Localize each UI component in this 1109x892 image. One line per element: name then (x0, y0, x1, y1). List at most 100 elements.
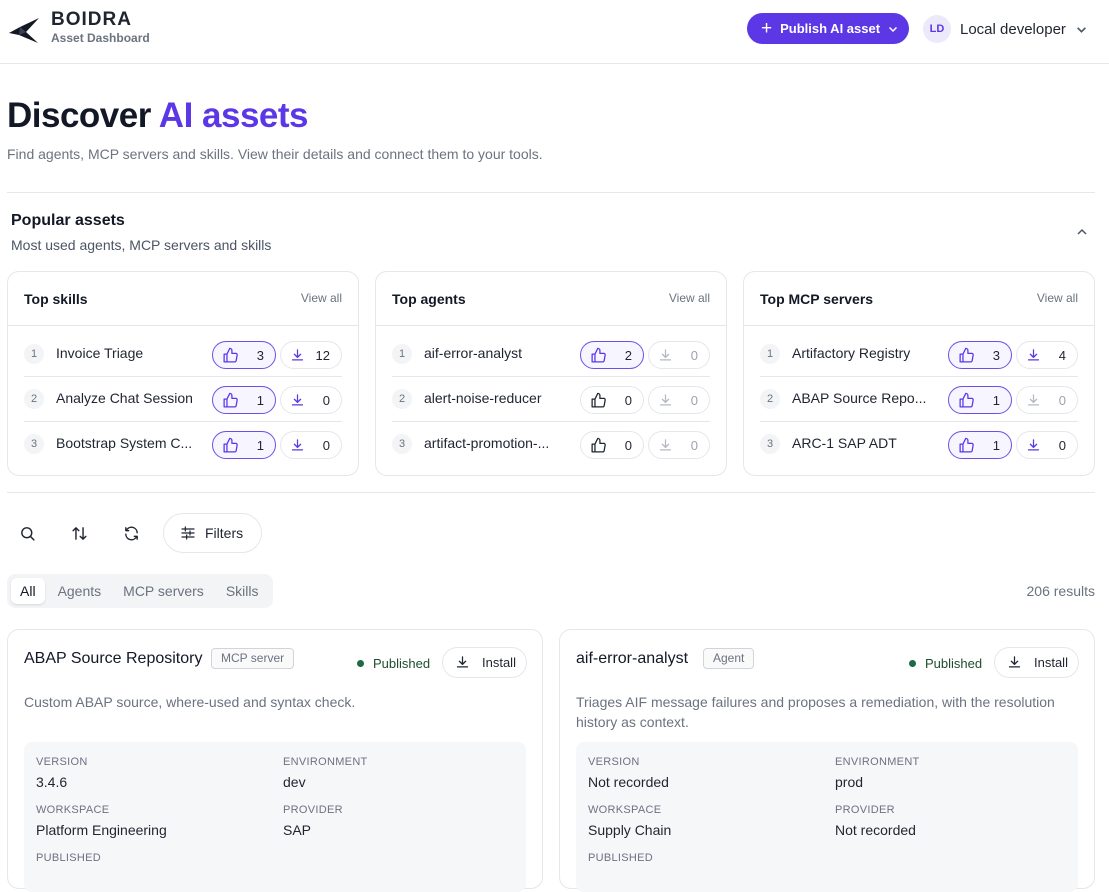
download-icon (1027, 349, 1040, 361)
thumbs-up-icon (591, 347, 606, 363)
card-title: Top agents (392, 291, 466, 307)
like-button[interactable]: 3 (212, 341, 276, 369)
list-item[interactable]: 1 Invoice Triage 3 12 (24, 332, 342, 377)
like-button[interactable]: 1 (212, 431, 276, 459)
environment-label: ENVIRONMENT (835, 756, 920, 768)
provider-label: PROVIDER (835, 804, 895, 816)
rank-badge: 1 (24, 344, 44, 364)
tab-skills[interactable]: Skills (215, 578, 270, 604)
like-count: 0 (624, 438, 632, 453)
view-all-link[interactable]: View all (301, 291, 342, 305)
asset-name[interactable]: Invoice Triage (56, 345, 202, 361)
chevron-up-icon[interactable] (1074, 224, 1090, 240)
list-item[interactable]: 2 ABAP Source Repo... 1 0 (760, 377, 1078, 422)
download-button[interactable]: 12 (280, 341, 342, 369)
status-badge: Published (357, 656, 430, 671)
like-button[interactable]: 1 (212, 386, 276, 414)
asset-name[interactable]: alert-noise-reducer (424, 390, 570, 406)
asset-name[interactable]: Bootstrap System C... (56, 435, 202, 451)
workspace-value: Platform Engineering (36, 822, 167, 838)
asset-card-name[interactable]: ABAP Source Repository (24, 650, 202, 668)
view-all-link[interactable]: View all (1037, 291, 1078, 305)
install-button[interactable]: Install (994, 647, 1079, 678)
page-subtitle: Find agents, MCP servers and skills. Vie… (7, 146, 543, 162)
like-button[interactable]: 0 (580, 386, 644, 414)
list-item[interactable]: 1 Artifactory Registry 3 4 (760, 332, 1078, 377)
asset-name[interactable]: aif-error-analyst (424, 345, 570, 361)
like-button[interactable]: 3 (948, 341, 1012, 369)
asset-name[interactable]: ARC-1 SAP ADT (792, 435, 938, 451)
refresh-icon (124, 526, 138, 540)
like-button[interactable]: 1 (948, 431, 1012, 459)
card-header: Top skills View all (8, 272, 358, 326)
status-label: Published (925, 656, 983, 671)
download-count: 4 (1058, 348, 1066, 363)
asset-card-name[interactable]: aif-error-analyst (576, 650, 688, 668)
like-button[interactable]: 1 (948, 386, 1012, 414)
search-button[interactable] (13, 519, 41, 547)
like-button[interactable]: 0 (580, 431, 644, 459)
download-button[interactable]: 0 (1016, 386, 1078, 414)
asset-name[interactable]: Analyze Chat Session (56, 390, 202, 406)
like-count: 0 (624, 393, 632, 408)
asset-card[interactable]: aif-error-analyst Agent Published Instal… (559, 629, 1095, 892)
publish-button-label: Publish AI asset (780, 21, 881, 36)
environment-value: dev (283, 774, 306, 790)
filters-button[interactable]: Filters (163, 513, 262, 553)
divider (7, 192, 1095, 193)
like-button[interactable]: 2 (580, 341, 644, 369)
install-button[interactable]: Install (442, 647, 527, 678)
tab-all[interactable]: All (11, 578, 45, 604)
rank-badge: 2 (392, 389, 412, 409)
card-title: Top MCP servers (760, 291, 874, 307)
plus-icon: + (761, 18, 773, 39)
download-icon (1027, 394, 1040, 406)
version-value: 3.4.6 (36, 774, 68, 790)
type-badge: MCP server (211, 648, 295, 669)
list-item[interactable]: 2 Analyze Chat Session 1 0 (24, 377, 342, 422)
list-item[interactable]: 3 artifact-promotion-... 0 0 (392, 422, 710, 467)
top-skills-card: Top skills View all 1 Invoice Triage 3 1… (7, 271, 359, 476)
tab-mcp-servers[interactable]: MCP servers (112, 578, 215, 604)
asset-name[interactable]: ABAP Source Repo... (792, 390, 938, 406)
rank-badge: 3 (24, 434, 44, 454)
list-item[interactable]: 1 aif-error-analyst 2 0 (392, 332, 710, 377)
download-count: 0 (1058, 393, 1066, 408)
list-item[interactable]: 3 ARC-1 SAP ADT 1 0 (760, 422, 1078, 467)
publish-ai-asset-button[interactable]: + Publish AI asset (747, 13, 909, 44)
install-label: Install (1034, 655, 1068, 670)
user-menu[interactable]: LD Local developer (923, 15, 1087, 43)
status-dot (357, 660, 364, 667)
asset-type-tabs: All Agents MCP servers Skills (7, 574, 274, 608)
download-button[interactable]: 0 (1016, 431, 1078, 459)
download-button[interactable]: 0 (280, 431, 342, 459)
asset-name[interactable]: Artifactory Registry (792, 345, 938, 361)
thumbs-up-icon (223, 347, 238, 363)
top-mcp-servers-card: Top MCP servers View all 1 Artifactory R… (743, 271, 1095, 476)
logo-bird-icon[interactable] (8, 16, 40, 44)
download-button[interactable]: 0 (648, 431, 710, 459)
refresh-button[interactable] (117, 519, 145, 547)
download-button[interactable]: 4 (1016, 341, 1078, 369)
version-value: Not recorded (588, 774, 669, 790)
asset-name[interactable]: artifact-promotion-... (424, 435, 570, 451)
list-item[interactable]: 2 alert-noise-reducer 0 0 (392, 377, 710, 422)
sort-icon (71, 526, 87, 540)
download-button[interactable]: 0 (648, 386, 710, 414)
status-dot (909, 660, 916, 667)
thumbs-up-icon (591, 437, 606, 453)
download-icon (456, 656, 469, 668)
results-count: 206 results (1026, 583, 1095, 599)
sort-button[interactable] (65, 519, 93, 547)
tab-agents[interactable]: Agents (47, 578, 113, 604)
install-label: Install (482, 655, 516, 670)
download-button[interactable]: 0 (648, 341, 710, 369)
list-item[interactable]: 3 Bootstrap System C... 1 0 (24, 422, 342, 467)
view-all-link[interactable]: View all (669, 291, 710, 305)
asset-card[interactable]: ABAP Source Repository MCP server Publis… (7, 629, 543, 892)
card-header: Top MCP servers View all (744, 272, 1094, 326)
download-count: 12 (315, 348, 330, 363)
download-count: 0 (322, 393, 330, 408)
published-label: PUBLISHED (36, 852, 102, 864)
download-button[interactable]: 0 (280, 386, 342, 414)
